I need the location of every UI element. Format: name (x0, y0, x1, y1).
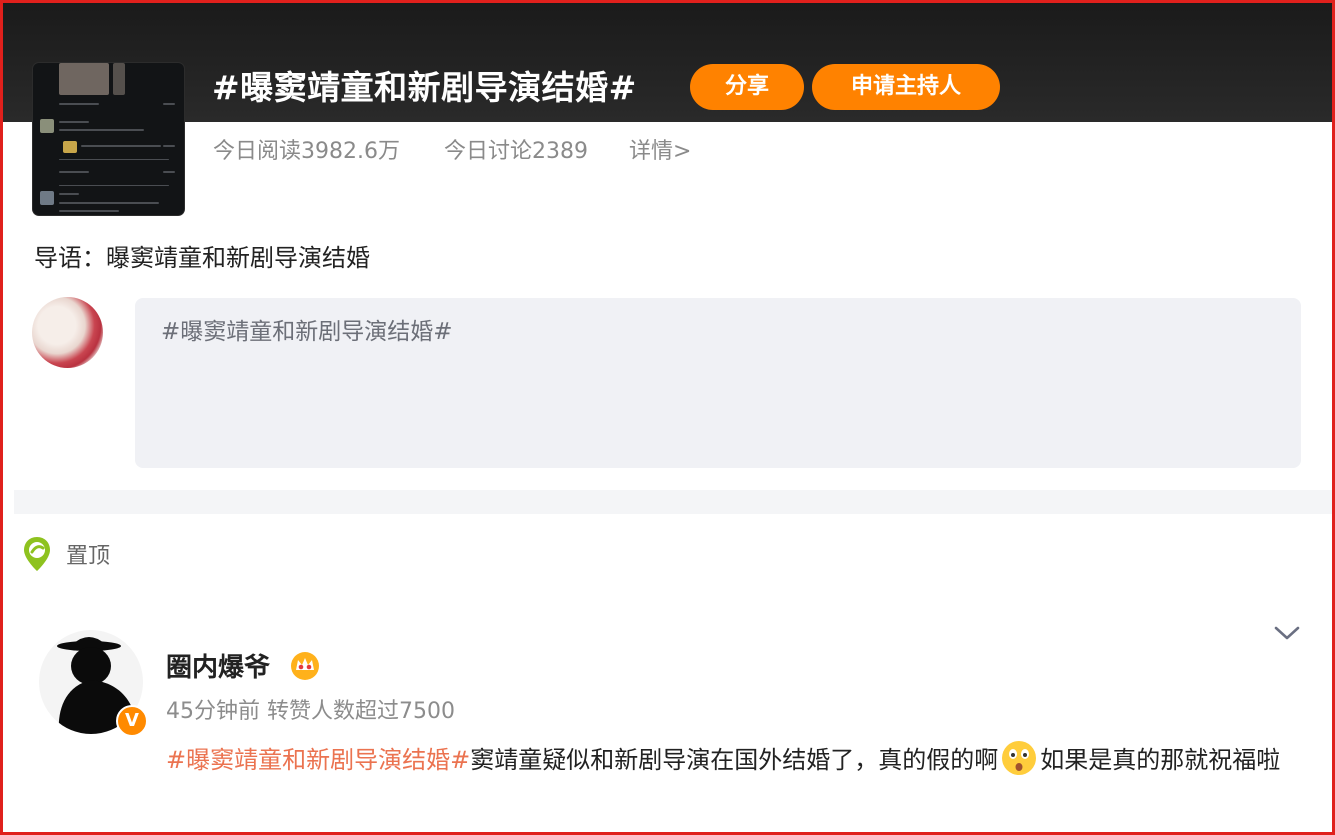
share-button[interactable]: 分享 (690, 64, 804, 110)
topic-header-band (0, 0, 1335, 122)
topic-thumbnail[interactable] (33, 63, 184, 215)
today-reads: 今日阅读3982.6万 (213, 139, 400, 164)
section-divider (14, 490, 1332, 514)
post-body: #曝窦靖童和新剧导演结婚#窦靖童疑似和新剧导演在国外结婚了，真的假的啊 如果是真… (166, 734, 1296, 786)
post-meta: 45分钟前 转赞人数超过7500 (166, 699, 455, 724)
post-composer-input[interactable]: #曝窦靖童和新剧导演结婚# (135, 298, 1301, 468)
post-hashtag-link[interactable]: #曝窦靖童和新剧导演结婚# (166, 746, 470, 774)
composer-prefill-text: #曝窦靖童和新剧导演结婚# (161, 319, 453, 345)
details-link[interactable]: 详情> (629, 133, 691, 165)
post-text-part-2: 如果是真的那就祝福啦 (1040, 746, 1281, 774)
apply-host-button[interactable]: 申请主持人 (812, 64, 1000, 110)
shocked-face-emoji-icon (1002, 741, 1037, 775)
verified-badge-icon: V (116, 705, 148, 737)
current-user-avatar[interactable] (32, 297, 103, 368)
pin-label: 置顶 (66, 544, 111, 569)
today-discussions: 今日讨论2389 (444, 139, 588, 164)
pin-icon (24, 537, 50, 571)
topic-intro: 导语：曝窦靖童和新剧导演结婚 (34, 244, 370, 272)
pinned-section-label: 置顶 (22, 534, 110, 574)
post-text-part-1: 窦靖童疑似和新剧导演在国外结婚了，真的假的啊 (470, 746, 999, 774)
topic-title: #曝窦靖童和新剧导演结婚# (212, 68, 637, 107)
author-name[interactable]: 圈内爆爷 (166, 647, 270, 684)
crown-vip-icon (291, 652, 319, 680)
chevron-down-icon[interactable] (1270, 620, 1304, 646)
